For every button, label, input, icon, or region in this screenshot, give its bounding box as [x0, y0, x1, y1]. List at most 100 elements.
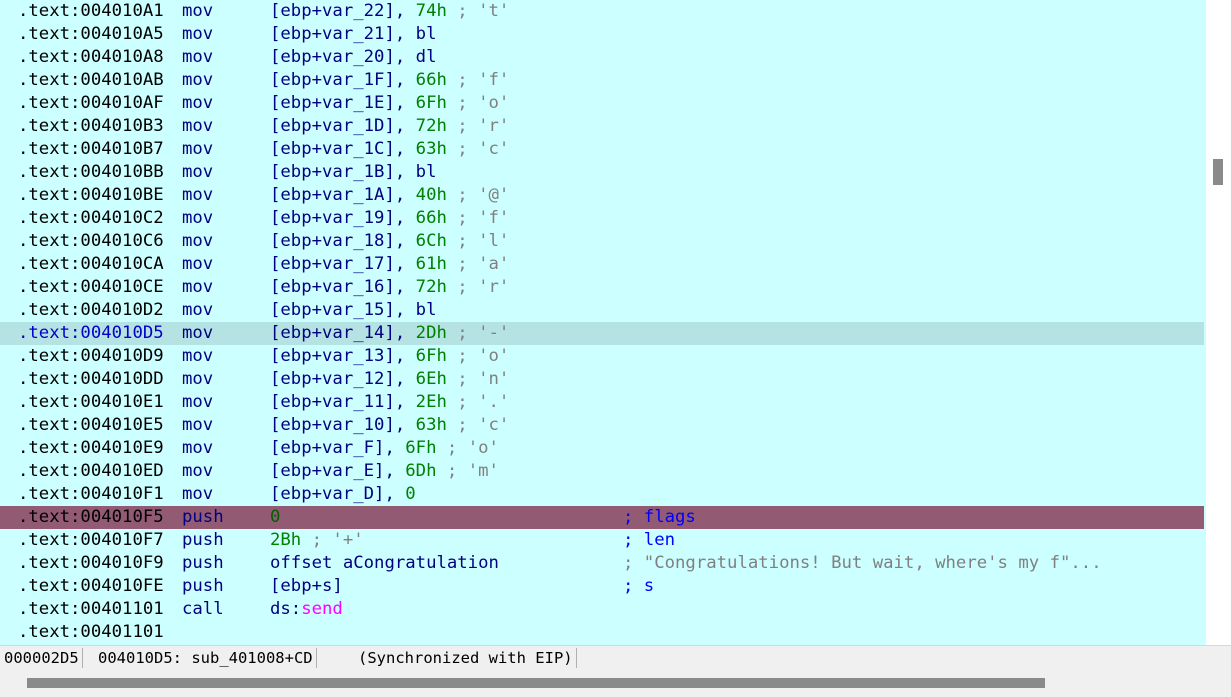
line-mnemonic[interactable]: mov [182, 483, 213, 506]
listing-line[interactable]: .text:004010AF mov [ebp+var_1E], 6Fh ; 'o' [0, 92, 1204, 115]
line-mnemonic[interactable]: mov [182, 322, 213, 345]
line-mnemonic[interactable]: mov [182, 46, 213, 69]
line-mnemonic[interactable]: mov [182, 0, 213, 23]
operand-memory[interactable]: [ebp+var_17] [270, 254, 395, 274]
char-comment[interactable]: ; 'm' [447, 461, 499, 481]
operand-memory[interactable]: [ebp+var_22] [270, 1, 395, 21]
vertical-scrollbar-thumb[interactable] [1213, 159, 1223, 185]
line-mnemonic[interactable]: mov [182, 345, 213, 368]
line-operands[interactable]: [ebp+var_19], 66h ; 'f' [270, 207, 509, 230]
line-operands[interactable]: [ebp+var_20], dl [270, 46, 436, 69]
line-address[interactable]: .text:004010DD [18, 368, 164, 391]
listing-line[interactable]: .text:004010FE push [ebp+s] ; s [0, 575, 1204, 598]
operand-immediate[interactable]: 2Eh [416, 392, 447, 412]
operand-immediate[interactable]: 72h [416, 116, 447, 136]
char-comment[interactable]: ; 'l' [457, 231, 509, 251]
listing-line[interactable]: .text:004010E1 mov [ebp+var_11], 2Eh ; '.' [0, 391, 1204, 414]
listing-line-current[interactable]: .text:004010D5 mov [ebp+var_14], 2Dh ; '-' [0, 322, 1204, 345]
horizontal-scrollbar[interactable] [0, 670, 1231, 697]
operand-memory[interactable]: [ebp+var_21] [270, 24, 395, 44]
line-address[interactable]: .text:004010BE [18, 184, 164, 207]
line-address[interactable]: .text:004010A5 [18, 23, 164, 46]
line-address[interactable]: .text:004010F9 [18, 552, 164, 575]
line-address[interactable]: .text:004010E9 [18, 437, 164, 460]
operand-immediate[interactable]: 6Ch [416, 231, 447, 251]
line-address[interactable]: .text:004010CA [18, 253, 164, 276]
char-comment[interactable]: ; '@' [457, 185, 509, 205]
line-address[interactable]: .text:004010BB [18, 161, 164, 184]
listing-line-eip[interactable]: .text:004010F5 push 0 ; flags [0, 506, 1204, 529]
horizontal-scrollbar-thumb[interactable] [27, 678, 1045, 688]
operand-immediate[interactable]: 0 [405, 484, 415, 504]
listing-line[interactable]: .text:004010BE mov [ebp+var_1A], 40h ; '@' [0, 184, 1204, 207]
operand-memory[interactable]: [ebp+var_1C] [270, 139, 395, 159]
operand-immediate[interactable]: 2Bh [270, 530, 301, 550]
operand-immediate[interactable]: 40h [416, 185, 447, 205]
listing-line[interactable]: .text:004010E9 mov [ebp+var_F], 6Fh ; 'o' [0, 437, 1204, 460]
line-mnemonic[interactable]: mov [182, 115, 213, 138]
listing-line[interactable]: .text:004010F1 mov [ebp+var_D], 0 [0, 483, 1204, 506]
line-mnemonic[interactable]: mov [182, 92, 213, 115]
char-comment[interactable]: ; 'o' [447, 438, 499, 458]
char-comment[interactable]: ; 'c' [457, 139, 509, 159]
line-address[interactable]: .text:004010B7 [18, 138, 164, 161]
listing-line[interactable]: .text:004010BB mov [ebp+var_1B], bl [0, 161, 1204, 184]
line-address[interactable]: .text:004010ED [18, 460, 164, 483]
line-operands[interactable]: [ebp+var_1B], bl [270, 161, 436, 184]
listing-line[interactable]: .text:004010F7 push 2Bh ; '+' ; len [0, 529, 1204, 552]
line-operands[interactable]: [ebp+var_22], 74h ; 't' [270, 0, 509, 23]
operand-memory[interactable]: [ebp+var_E] [270, 461, 384, 481]
listing-line[interactable]: .text:004010CE mov [ebp+var_16], 72h ; 'r' [0, 276, 1204, 299]
operand-immediate[interactable]: 6Fh [405, 438, 436, 458]
line-address[interactable]: .text:004010D9 [18, 345, 164, 368]
line-address[interactable]: .text:004010AB [18, 69, 164, 92]
operand-memory[interactable]: [ebp+var_12] [270, 369, 395, 389]
listing-line[interactable]: .text:004010E5 mov [ebp+var_10], 63h ; 'c' [0, 414, 1204, 437]
listing-line[interactable]: .text:004010ED mov [ebp+var_E], 6Dh ; 'm' [0, 460, 1204, 483]
line-mnemonic[interactable]: mov [182, 69, 213, 92]
char-comment[interactable]: ; '-' [457, 323, 509, 343]
char-comment[interactable]: ; 'o' [457, 346, 509, 366]
line-mnemonic[interactable]: mov [182, 299, 213, 322]
line-operands[interactable]: [ebp+var_E], 6Dh ; 'm' [270, 460, 499, 483]
line-address[interactable]: .text:004010D2 [18, 299, 164, 322]
line-operands[interactable]: ds:send [270, 598, 343, 621]
operand-immediate[interactable]: 63h [416, 139, 447, 159]
char-comment[interactable]: ; 'c' [457, 415, 509, 435]
listing-line[interactable]: .text:004010B7 mov [ebp+var_1C], 63h ; 'c' [0, 138, 1204, 161]
operand-name[interactable]: [ebp+s] [270, 576, 343, 596]
line-operands[interactable]: [ebp+var_11], 2Eh ; '.' [270, 391, 509, 414]
line-operands[interactable]: 2Bh ; '+' [270, 529, 364, 552]
line-operands[interactable]: [ebp+var_15], bl [270, 299, 436, 322]
line-mnemonic[interactable]: push [182, 552, 224, 575]
line-address[interactable]: .text:004010A8 [18, 46, 164, 69]
line-mnemonic[interactable]: mov [182, 138, 213, 161]
operand-memory[interactable]: [ebp+var_13] [270, 346, 395, 366]
listing-line[interactable]: .text:004010DD mov [ebp+var_12], 6Eh ; 'n' [0, 368, 1204, 391]
listing-line[interactable]: .text:004010CA mov [ebp+var_17], 61h ; 'a' [0, 253, 1204, 276]
operand-immediate[interactable]: 61h [416, 254, 447, 274]
vertical-scrollbar[interactable] [1206, 0, 1231, 645]
operand-memory[interactable]: [ebp+var_1B] [270, 162, 395, 182]
status-sync[interactable]: (Synchronized with EIP) [358, 648, 577, 668]
listing-line[interactable]: .text:004010A1 mov [ebp+var_22], 74h ; 't' [0, 0, 1204, 23]
char-comment[interactable]: ; 'a' [457, 254, 509, 274]
operand-register[interactable]: bl [416, 24, 437, 44]
line-operands[interactable]: [ebp+var_1E], 6Fh ; 'o' [270, 92, 509, 115]
line-operands[interactable]: [ebp+var_1A], 40h ; '@' [270, 184, 509, 207]
line-operands[interactable]: [ebp+var_14], 2Dh ; '-' [270, 322, 509, 345]
operand-memory[interactable]: [ebp+var_15] [270, 300, 395, 320]
line-mnemonic[interactable]: mov [182, 207, 213, 230]
line-mnemonic[interactable]: mov [182, 437, 213, 460]
line-mnemonic[interactable]: mov [182, 23, 213, 46]
char-comment[interactable]: ; '.' [457, 392, 509, 412]
line-address[interactable]: .text:004010C6 [18, 230, 164, 253]
listing-line[interactable]: .text:004010D9 mov [ebp+var_13], 6Fh ; 'o' [0, 345, 1204, 368]
operand-memory[interactable]: [ebp+var_1F] [270, 70, 395, 90]
line-operands[interactable]: [ebp+var_D], 0 [270, 483, 416, 506]
line-address[interactable]: .text:00401101 [18, 598, 164, 621]
line-address[interactable]: .text:004010E1 [18, 391, 164, 414]
line-mnemonic[interactable]: mov [182, 368, 213, 391]
operand-immediate[interactable]: 0 [270, 507, 280, 527]
operand-memory[interactable]: [ebp+var_19] [270, 208, 395, 228]
